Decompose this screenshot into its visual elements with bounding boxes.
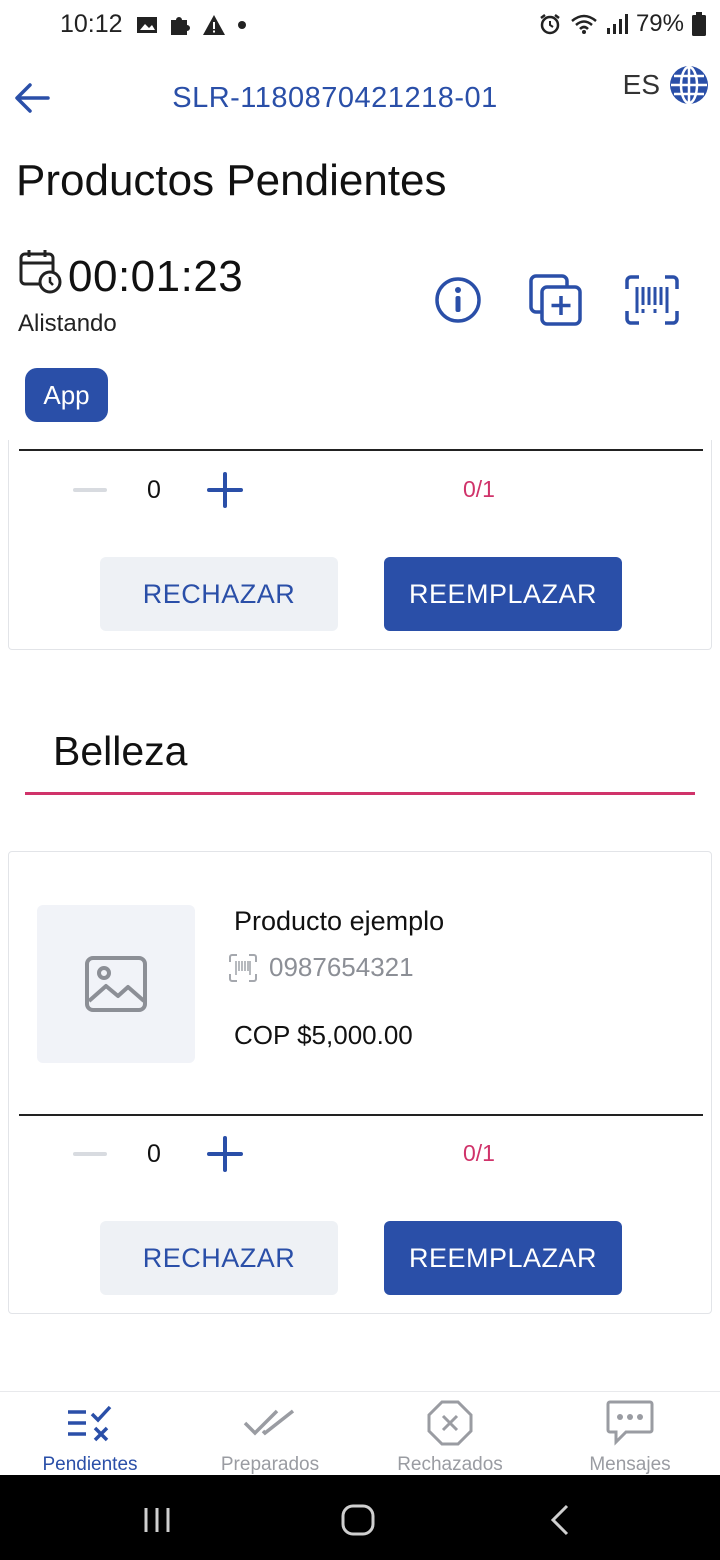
quantity-stepper: 0 0/1: [9, 466, 709, 516]
battery-icon: [692, 12, 706, 36]
page-title: Productos Pendientes: [16, 156, 447, 205]
status-time: 10:12: [60, 10, 123, 38]
replace-button[interactable]: REEMPLAZAR: [384, 557, 622, 631]
product-image-placeholder: [37, 905, 195, 1063]
warning-notification-icon: [203, 15, 225, 35]
card-divider: [19, 449, 703, 451]
globe-icon: [670, 65, 708, 105]
decrease-quantity-button[interactable]: [73, 488, 107, 492]
pending-list-icon: [68, 1405, 112, 1442]
nav-tab-preparados[interactable]: Preparados: [180, 1392, 360, 1476]
info-icon: [435, 277, 481, 323]
home-icon: [341, 1504, 375, 1536]
card-divider: [19, 1114, 703, 1116]
nav-label: Mensajes: [589, 1454, 671, 1475]
product-name: Producto ejemplo: [234, 906, 445, 936]
double-check-icon: [243, 1409, 295, 1436]
reject-button[interactable]: RECHAZAR: [100, 557, 338, 631]
increase-quantity-button[interactable]: [205, 1134, 245, 1174]
product-price: COP $5,000.00: [234, 1020, 413, 1050]
product-card: Producto ejemplo 0987654321 COP $5,000.0…: [8, 851, 712, 1314]
calendar-clock-icon: [19, 250, 62, 294]
quantity-value: 0: [147, 476, 161, 504]
language-code: ES: [622, 69, 660, 100]
language-selector[interactable]: ES: [623, 64, 710, 106]
nav-label: Pendientes: [42, 1454, 138, 1475]
category-title: Belleza: [53, 728, 188, 774]
picked-progress: 0/1: [463, 476, 495, 502]
decrease-quantity-button[interactable]: [73, 1152, 107, 1156]
battery-percent: 79%: [635, 10, 684, 37]
image-placeholder-icon: [85, 956, 147, 1012]
wifi-icon: [571, 14, 597, 34]
quantity-value: 0: [147, 1140, 161, 1168]
system-navigation-bar: [0, 1475, 720, 1560]
increase-quantity-button[interactable]: [205, 470, 245, 510]
timer-value: 00:01:23: [68, 252, 244, 301]
picked-progress: 0/1: [463, 1140, 495, 1166]
reject-button[interactable]: RECHAZAR: [100, 1221, 338, 1295]
copy-plus-icon: [529, 274, 582, 326]
puzzle-notification-icon: [171, 17, 190, 35]
product-card: 0 0/1 RECHAZAR REEMPLAZAR: [8, 440, 712, 650]
recent-apps-icon: [144, 1508, 170, 1532]
timer-row: 00:01:23 Alistando: [18, 248, 718, 348]
scan-barcode-button[interactable]: [622, 270, 682, 330]
dot-notification-icon: [238, 21, 246, 29]
product-sku: 0987654321: [229, 952, 414, 983]
signal-icon: [606, 14, 628, 34]
app-header: SLR-1180870421218-01 ES: [0, 60, 720, 140]
bottom-navigation: Pendientes Preparados Rechazados Mensaje…: [0, 1391, 720, 1475]
gallery-notification-icon: [137, 17, 157, 33]
chevron-left-icon: [550, 1504, 569, 1536]
add-product-button[interactable]: [526, 270, 586, 330]
order-id: SLR-1180870421218-01: [172, 82, 498, 114]
quantity-stepper: 0 0/1: [9, 1130, 709, 1180]
nav-label: Rechazados: [397, 1454, 503, 1475]
barcode-icon: [229, 953, 257, 982]
category-underline: [25, 792, 695, 795]
nav-label: Preparados: [220, 1454, 320, 1475]
barcode-scan-icon: [625, 275, 679, 325]
chat-bubble-icon: [606, 1400, 654, 1446]
nav-tab-mensajes[interactable]: Mensajes: [540, 1392, 720, 1476]
sku-value: 0987654321: [269, 952, 414, 982]
replace-button[interactable]: REEMPLAZAR: [384, 1221, 622, 1295]
system-back-button[interactable]: [530, 1495, 590, 1545]
home-button[interactable]: [328, 1495, 388, 1545]
octagon-x-icon: [427, 1400, 473, 1446]
nav-tab-rechazados[interactable]: Rechazados: [360, 1392, 540, 1476]
order-status: Alistando: [18, 310, 117, 337]
recent-apps-button[interactable]: [127, 1495, 187, 1545]
nav-tab-pendientes[interactable]: Pendientes: [0, 1392, 180, 1476]
info-button[interactable]: [428, 270, 488, 330]
channel-badge: App: [25, 368, 108, 422]
status-bar: 10:12 79%: [0, 0, 720, 52]
alarm-icon: [540, 14, 560, 35]
